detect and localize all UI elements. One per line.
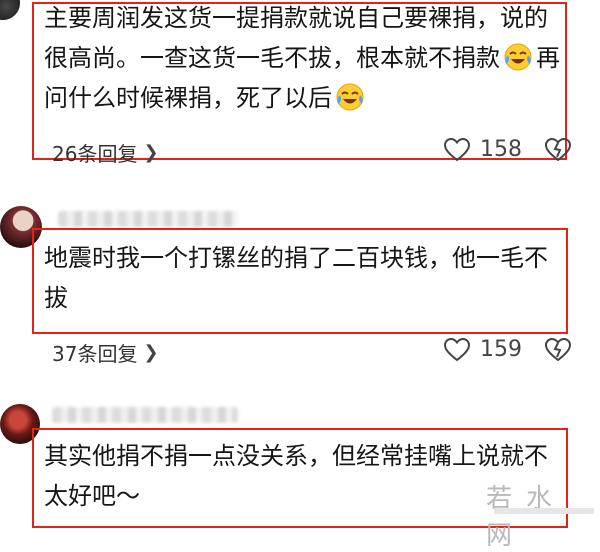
view-replies-button[interactable]: 26条回复 ❯ xyxy=(52,138,159,167)
comment-text: 其实他捐不捐一点没关系，但经常挂嘴上说就不太好吧～ xyxy=(44,442,548,510)
like-count: 159 xyxy=(480,337,522,362)
chevron-right-icon: ❯ xyxy=(143,142,159,163)
like-button[interactable]: 158 xyxy=(444,137,522,162)
laugh-cry-emoji xyxy=(503,42,533,72)
comment-text: 地震时我一个打镙丝的捐了二百块钱，他一毛不拔 xyxy=(44,244,548,312)
laugh-cry-emoji xyxy=(335,82,365,112)
heart-icon xyxy=(444,337,470,362)
dislike-button[interactable] xyxy=(544,337,572,366)
avatar[interactable] xyxy=(0,0,20,20)
watermark: 若水网 xyxy=(486,484,567,551)
view-replies-button[interactable]: 37条回复 ❯ xyxy=(52,338,159,367)
like-count: 158 xyxy=(480,137,522,162)
comment-text: 主要周润发这货一提捐款就说自己要裸捐，说的很高尚。一查这货一毛不拔，根本就不捐款… xyxy=(44,4,560,112)
watermark-underline xyxy=(494,508,594,514)
chevron-right-icon: ❯ xyxy=(143,342,159,363)
heart-icon xyxy=(444,137,470,162)
dislike-button[interactable] xyxy=(544,137,572,166)
dislike-icon xyxy=(544,137,572,166)
username-blurred[interactable] xyxy=(52,407,238,423)
username-blurred[interactable] xyxy=(58,211,238,227)
dislike-icon xyxy=(544,337,572,366)
like-button[interactable]: 159 xyxy=(444,337,522,362)
